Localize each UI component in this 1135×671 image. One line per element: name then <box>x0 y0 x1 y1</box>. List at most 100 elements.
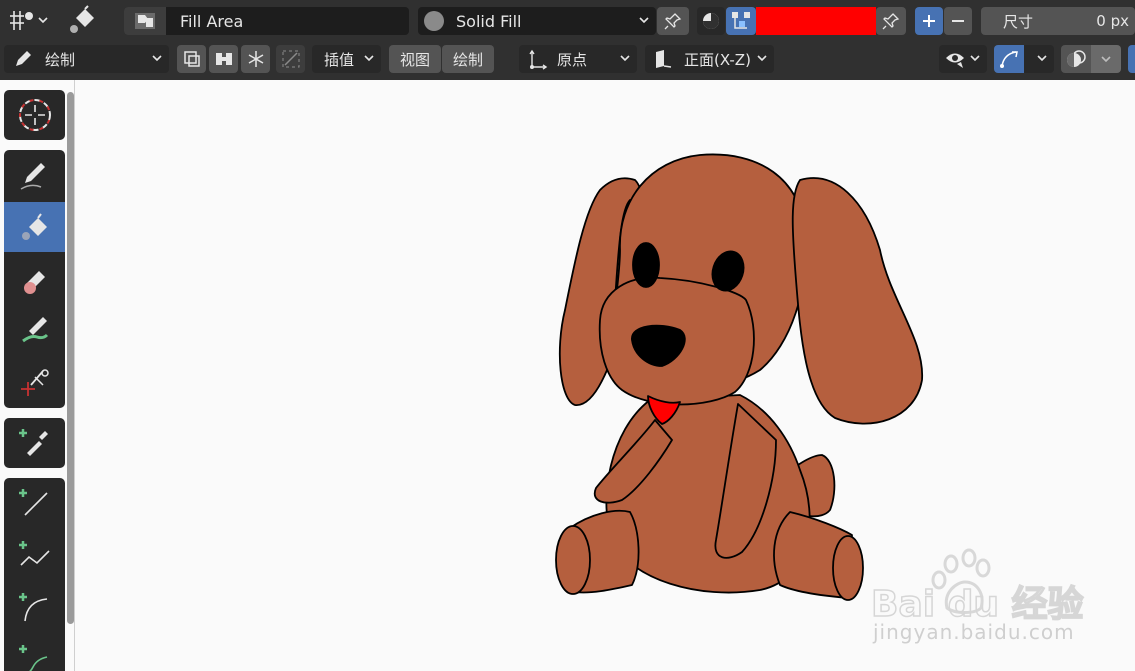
visibility-dropdown[interactable] <box>939 45 987 73</box>
shading-button[interactable] <box>1128 45 1135 73</box>
size-label: 尺寸 <box>1003 12 1034 31</box>
vertex-color-icon <box>732 12 750 29</box>
fill-bucket-icon <box>21 213 47 240</box>
origin-axis-icon <box>529 49 548 70</box>
size-value: 0 px <box>1096 12 1129 30</box>
mode-dropdown[interactable]: 绘制 <box>4 45 169 73</box>
arc-tool[interactable] <box>4 582 65 632</box>
plus-icon <box>923 15 935 27</box>
material-dropdown[interactable]: Solid Fill <box>418 7 656 35</box>
line-tool[interactable] <box>4 478 65 528</box>
brush-name: Fill Area <box>180 11 244 31</box>
eyedropper-tool[interactable] <box>4 418 65 468</box>
cutter-icon <box>20 369 49 396</box>
view-menu[interactable]: 视图 <box>389 45 441 73</box>
chevron-down-icon <box>364 55 374 62</box>
viewport-canvas[interactable]: Bai du 经验 jingyan.baidu.com <box>75 80 1135 671</box>
pivot-dropdown[interactable]: 原点 <box>519 45 637 73</box>
tool-group-cursor <box>4 90 65 140</box>
interpolate-label: 插值 <box>324 50 355 69</box>
eraser-icon <box>23 271 45 294</box>
fill-bucket-icon <box>66 4 100 36</box>
chevron-down-icon <box>970 55 980 62</box>
gizmo-toggle[interactable] <box>994 45 1024 73</box>
gizmo-icon <box>1000 51 1018 68</box>
subtract-button[interactable] <box>944 7 972 35</box>
fill-tool[interactable] <box>4 202 65 252</box>
draw-menu-label: 绘制 <box>452 50 483 69</box>
mode-label: 绘制 <box>45 50 76 69</box>
material-name: Solid Fill <box>456 11 522 31</box>
pin-color-button[interactable] <box>876 7 906 35</box>
size-field[interactable]: 尺寸 0 px <box>981 7 1135 35</box>
add-button[interactable] <box>915 7 943 35</box>
material-preview-icon <box>424 11 444 31</box>
arc-icon <box>18 593 47 622</box>
toolbar-scrollbar[interactable] <box>67 92 74 624</box>
pencil-icon <box>20 163 45 190</box>
brush-selector[interactable]: Fill Area <box>124 7 409 35</box>
dog-left-foot <box>555 525 591 595</box>
tool-group-primitives <box>4 478 65 671</box>
polyline-tool[interactable] <box>4 530 65 580</box>
chevron-down-icon <box>152 55 162 62</box>
toolbar-divider <box>74 80 75 671</box>
overlay-dropdown[interactable] <box>1091 45 1121 73</box>
tool-group-eyedropper <box>4 418 65 468</box>
dog-right-foot <box>832 535 864 601</box>
eye-icon <box>946 53 964 68</box>
chevron-down-icon <box>1101 56 1111 63</box>
overlay-icon <box>1067 50 1086 67</box>
tool-settings-header: Fill Area Solid Fill 尺寸 0 px <box>0 0 1135 40</box>
color-swatch[interactable] <box>756 7 876 35</box>
interpolate-dropdown[interactable]: 插值 <box>312 45 381 73</box>
dog-right-ear <box>791 177 923 425</box>
eyedropper-icon <box>18 429 48 456</box>
material-mode-icon <box>703 13 719 29</box>
cursor-3d-icon <box>18 99 51 131</box>
curve-tool[interactable] <box>4 634 65 671</box>
draw-menu[interactable]: 绘制 <box>442 45 494 73</box>
orientation-label: 正面(X-Z) <box>684 50 751 69</box>
multiframe-icon <box>183 51 200 67</box>
tool-group-paint <box>4 150 65 408</box>
left-toolbar <box>0 80 75 671</box>
grid-transform-icon[interactable] <box>6 6 50 34</box>
orientation-dropdown[interactable]: 正面(X-Z) <box>645 45 774 73</box>
minus-icon <box>952 20 964 22</box>
pivot-label: 原点 <box>557 50 588 69</box>
cursor-tool[interactable] <box>4 90 65 140</box>
view-menu-label: 视图 <box>399 50 430 69</box>
dog-left-eye <box>632 242 660 288</box>
line-icon <box>18 489 48 516</box>
snowflake-icon <box>248 51 263 67</box>
multiframe-button[interactable] <box>177 45 206 73</box>
chevron-down-icon <box>1037 55 1047 62</box>
auto-merge-button[interactable] <box>276 45 305 73</box>
pin-button[interactable] <box>657 7 689 35</box>
tint-tool[interactable] <box>4 306 65 356</box>
vertex-color-mode-button[interactable] <box>726 7 756 35</box>
gizmo-dropdown[interactable] <box>1024 45 1054 73</box>
front-view-icon <box>656 50 672 68</box>
chevron-down-icon <box>620 55 630 62</box>
pin-icon <box>664 13 682 30</box>
pencil-icon <box>16 51 31 66</box>
erase-tool[interactable] <box>4 254 65 304</box>
draw-tool[interactable] <box>4 150 65 200</box>
polyline-icon <box>18 541 50 566</box>
chevron-down-icon <box>757 55 767 62</box>
overlay-toggle[interactable] <box>1061 45 1091 73</box>
chevron-down-icon <box>639 17 649 24</box>
cutter-tool[interactable] <box>4 358 65 408</box>
layer-lock-button[interactable] <box>209 45 238 73</box>
merge-icon <box>282 50 299 68</box>
tint-brush-icon <box>21 317 48 343</box>
curve-icon <box>18 645 47 671</box>
pin-icon <box>882 13 900 30</box>
watermark-url: jingyan.baidu.com <box>873 620 1075 644</box>
brush-flag-icon <box>124 7 166 35</box>
freeze-button[interactable] <box>241 45 270 73</box>
color-mode-toggle[interactable] <box>697 7 725 35</box>
editor-header: 绘制 插值 视图 绘制 原点 正面(X-Z) <box>0 40 1135 80</box>
